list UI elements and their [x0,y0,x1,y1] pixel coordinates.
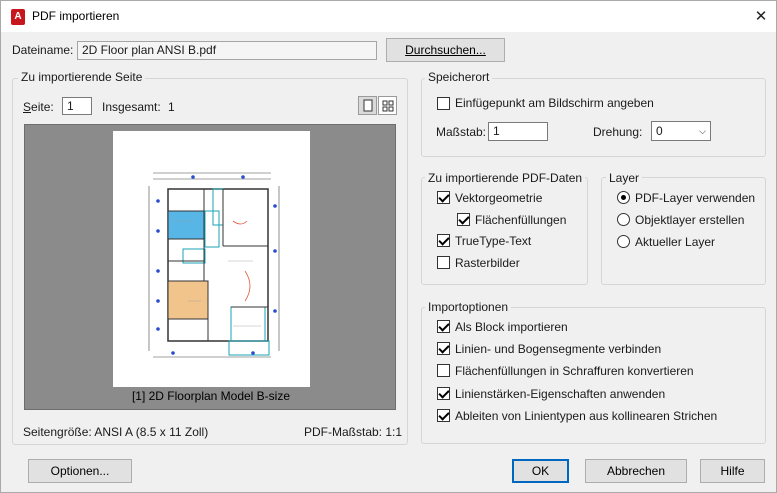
pdf-layers-radio[interactable] [617,191,630,204]
help-button[interactable]: Hilfe [700,459,765,483]
page-thumbnail [113,131,310,387]
floorplan-drawing-image [148,172,280,358]
import-options-title: Importoptionen [425,300,512,314]
insert-point-checkbox[interactable] [437,97,450,110]
object-layers-label[interactable]: Objektlayer erstellen [635,213,744,227]
insert-point-label[interactable]: Einfügepunkt am Bildschirm angeben [455,96,654,110]
autocad-app-icon: A [11,9,25,25]
cancel-button[interactable]: Abbrechen [585,459,687,483]
preview-caption: [1] 2D Floorplan Model B-size [131,389,291,403]
title-bar: A PDF importieren ✕ [1,1,776,32]
rotation-label: Drehung: [593,125,643,139]
chevron-down-icon: ⌵ [699,126,706,136]
vector-geometry-label[interactable]: Vektorgeometrie [455,191,542,205]
close-icon[interactable]: ✕ [745,3,777,30]
layer-group-title: Layer [606,171,643,185]
lineweight-checkbox[interactable] [437,387,450,400]
lineweight-label[interactable]: Linienstärken-Eigenschaften anwenden [455,387,665,401]
current-layer-radio[interactable] [617,235,630,248]
ok-button[interactable]: OK [512,459,569,483]
convert-fills-label[interactable]: Flächenfüllungen in Schraffuren konverti… [455,364,694,378]
grid-view-icon [382,100,394,112]
page-group-title: Zu importierende Seite [18,70,146,84]
total-value: 1 [168,100,175,114]
solid-fills-label[interactable]: Flächenfüllungen [475,213,566,227]
current-layer-label[interactable]: Aktueller Layer [635,235,715,249]
pdf-layers-label[interactable]: PDF-Layer verwenden [635,191,755,205]
join-segments-checkbox[interactable] [437,342,450,355]
page-size-info: Seitengröße: ANSI A (8.5 x 11 Zoll) [23,425,209,439]
pdf-scale-info: PDF-Maßstab: 1:1 [304,425,403,439]
infer-linetypes-label[interactable]: Ableiten von Linientypen aus kollinearen… [455,409,717,423]
join-segments-label[interactable]: Linien- und Bogensegmente verbinden [455,342,661,356]
page-label-text: eite: [31,100,54,114]
browse-button-label: Durchsuchen... [405,43,486,57]
single-page-icon [363,99,373,112]
pdf-data-group-title: Zu importierende PDF-Daten [425,171,586,185]
raster-images-label[interactable]: Rasterbilder [455,256,520,270]
pdf-import-dialog: A PDF importieren ✕ Dateiname: 2D Floor … [0,0,777,493]
convert-fills-checkbox[interactable] [437,364,450,377]
raster-images-checkbox[interactable] [437,256,450,269]
thumbnail-view-button[interactable] [378,96,397,115]
filename-field[interactable]: 2D Floor plan ANSI B.pdf [77,41,377,60]
browse-button[interactable]: Durchsuchen... [386,38,505,62]
rotation-select[interactable]: 0 ⌵ [651,121,711,141]
page-label: Seite: [23,100,54,114]
scale-label: Maßstab: [436,125,487,139]
total-label: Insgesamt: [102,100,161,114]
object-layers-radio[interactable] [617,213,630,226]
location-group-title: Speicherort [425,70,493,84]
vector-geometry-checkbox[interactable] [437,191,450,204]
rotation-value: 0 [656,124,663,138]
window-title: PDF importieren [32,9,120,23]
truetype-text-label[interactable]: TrueType-Text [455,234,531,248]
import-as-block-label[interactable]: Als Block importieren [455,320,568,334]
options-button[interactable]: Optionen... [28,459,132,483]
solid-fills-checkbox[interactable] [457,213,470,226]
infer-linetypes-checkbox[interactable] [437,409,450,422]
page-number-input[interactable]: 1 [62,97,92,115]
truetype-text-checkbox[interactable] [437,234,450,247]
scale-input[interactable]: 1 [488,122,548,141]
single-page-view-button[interactable] [358,96,377,115]
filename-label: Dateiname: [12,43,74,57]
location-group [421,78,766,157]
page-preview[interactable]: [1] 2D Floorplan Model B-size [24,124,396,410]
import-as-block-checkbox[interactable] [437,320,450,333]
